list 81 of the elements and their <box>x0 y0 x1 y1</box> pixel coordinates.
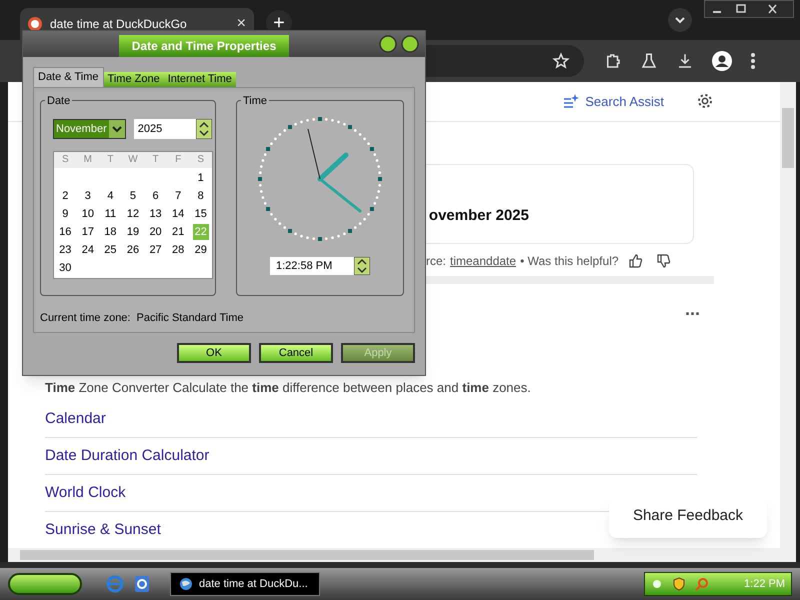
calendar-day[interactable]: 14 <box>170 206 186 222</box>
calendar-day[interactable]: 1 <box>192 170 209 186</box>
calendar-day[interactable]: 20 <box>148 224 164 240</box>
calendar-day[interactable]: 2 <box>57 188 74 204</box>
weekday-label: S <box>60 153 70 167</box>
search-assist-link[interactable]: Search Assist <box>585 92 664 112</box>
profile-icon[interactable] <box>712 51 732 71</box>
close-orb-icon[interactable] <box>401 35 419 53</box>
calendar-day[interactable]: 10 <box>80 206 96 222</box>
weekday-label: M <box>82 153 94 167</box>
calendar-day[interactable]: 13 <box>148 206 164 222</box>
result-link[interactable]: Date Duration Calculator <box>45 438 210 474</box>
calendar-day[interactable]: 11 <box>102 206 118 222</box>
dialog-tab[interactable]: Internet Time <box>164 72 236 87</box>
result-link[interactable]: World Clock <box>45 475 126 511</box>
tab-search-icon[interactable] <box>668 8 692 32</box>
share-feedback-button[interactable]: Share Feedback <box>609 494 767 538</box>
weekday-label: T <box>152 153 160 167</box>
dialog-title: Date and Time Properties <box>119 35 289 57</box>
horizontal-scrollbar[interactable] <box>8 548 796 562</box>
more-options[interactable]: ... <box>684 304 700 314</box>
weekday-label: W <box>127 153 139 167</box>
calendar-day[interactable]: 7 <box>170 188 186 204</box>
calendar-day[interactable]: 16 <box>57 224 74 240</box>
weekday-label: T <box>106 153 114 167</box>
answer-text: ovember 2025 <box>428 206 529 226</box>
task-title: date time at DuckDu... <box>199 576 308 592</box>
calendar-day[interactable]: 15 <box>192 206 209 222</box>
thumbs-down-icon[interactable] <box>656 254 671 268</box>
start-button[interactable] <box>8 573 82 595</box>
download-icon[interactable] <box>676 52 694 70</box>
star-icon[interactable] <box>552 52 570 70</box>
source-label: rce: <box>426 253 446 270</box>
month-dropdown[interactable]: November <box>53 119 126 139</box>
timezone-value: Pacific Standard Time <box>136 310 244 326</box>
calendar-day[interactable]: 24 <box>80 242 96 258</box>
duck-logo-icon <box>28 17 42 31</box>
calendar-day[interactable]: 23 <box>57 242 74 258</box>
taskbar-task[interactable]: date time at DuckDu... <box>170 572 320 596</box>
minimize-orb-icon[interactable] <box>379 35 397 53</box>
calendar-day[interactable]: 6 <box>148 188 164 204</box>
dialog-tab[interactable]: Time Zone <box>104 72 164 87</box>
calendar-day[interactable]: 26 <box>124 242 141 258</box>
flask-icon[interactable] <box>640 52 658 70</box>
puzzle-icon[interactable] <box>604 52 622 70</box>
helpful-question: • Was this helpful? <box>520 253 619 270</box>
calendar-day[interactable]: 28 <box>170 242 186 258</box>
result-link[interactable]: Sunrise & Sunset <box>45 512 161 548</box>
sparkle-lines-icon <box>563 94 580 108</box>
settings-icon[interactable] <box>696 92 714 110</box>
calendar-day[interactable]: 5 <box>124 188 141 204</box>
thumbs-up-icon[interactable] <box>628 254 643 268</box>
calendar-day[interactable]: 18 <box>102 224 118 240</box>
spinner-icon[interactable] <box>196 119 212 139</box>
calendar-day[interactable]: 4 <box>102 188 118 204</box>
calendar-day[interactable]: 19 <box>124 224 141 240</box>
calendar-day[interactable]: 9 <box>57 206 74 222</box>
vertical-scrollbar[interactable] <box>780 82 796 548</box>
timezone-label: Current time zone: <box>40 310 130 326</box>
calendar-day[interactable]: 3 <box>80 188 96 204</box>
calendar-day[interactable]: 17 <box>80 224 96 240</box>
weekday-label: F <box>174 153 182 167</box>
calendar-day[interactable]: 21 <box>170 224 186 240</box>
menu-icon[interactable] <box>750 52 756 70</box>
dialog-button[interactable]: OK <box>177 343 251 363</box>
calendar-day[interactable]: 27 <box>148 242 164 258</box>
calendar-day[interactable]: 8 <box>192 188 209 204</box>
shield-icon[interactable] <box>673 577 685 591</box>
tab-title: date time at DuckDuckGo <box>50 16 188 33</box>
dialog-tab[interactable]: Date & Time <box>33 67 104 87</box>
spinner-icon[interactable] <box>354 257 370 275</box>
result-snippet: Time Zone Converter Calculate the time difference between places and time zones. <box>45 378 532 397</box>
calendar-day[interactable]: 30 <box>57 260 74 276</box>
dialog-button[interactable]: Cancel <box>259 343 333 363</box>
source-link[interactable]: timeanddate <box>450 252 516 270</box>
result-link[interactable]: Calendar <box>45 401 106 437</box>
weekday-label: S <box>196 153 206 167</box>
calendar-day[interactable]: 12 <box>124 206 141 222</box>
globe-icon <box>179 577 193 591</box>
calendar-day[interactable]: 25 <box>102 242 118 258</box>
calendar-day[interactable]: 29 <box>192 242 209 258</box>
